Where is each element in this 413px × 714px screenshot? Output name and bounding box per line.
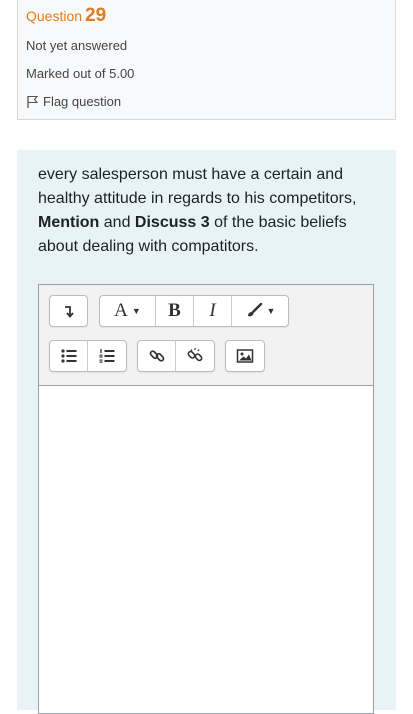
unlink-icon — [187, 348, 203, 362]
toolbar-group-style: A ▼ B I ▼ — [99, 295, 289, 327]
image-icon — [236, 349, 254, 363]
paragraph-style-dropdown[interactable]: A ▼ — [100, 296, 156, 326]
question-label: Question — [26, 8, 83, 24]
bold-label: B — [168, 300, 181, 321]
flag-icon — [27, 95, 39, 108]
ordered-list-button[interactable] — [88, 341, 126, 371]
numbered-list-icon — [99, 349, 115, 363]
expand-toolbar-icon — [64, 306, 74, 318]
unlink-button[interactable] — [176, 341, 214, 371]
question-text-part: and — [99, 214, 135, 231]
toolbar-group-lists — [49, 340, 127, 372]
question-info-box: Question 29 Not yet answered Marked out o… — [17, 0, 396, 120]
toolbar-group-toggle — [49, 295, 88, 327]
text-color-dropdown[interactable]: ▼ — [232, 296, 288, 326]
bold-button[interactable]: B — [156, 296, 194, 326]
link-icon — [149, 350, 164, 362]
chevron-down-icon: ▼ — [266, 306, 276, 316]
answer-text-area[interactable] — [39, 386, 373, 713]
flag-question-label: Flag question — [43, 94, 122, 109]
question-text-part: every salesperson must have a certain an… — [38, 166, 357, 207]
font-style-label: A — [114, 300, 128, 321]
question-number-value: 29 — [85, 5, 107, 26]
bullet-list-icon — [60, 349, 76, 363]
chevron-down-icon: ▼ — [131, 306, 141, 316]
flag-question-link[interactable]: Flag question — [26, 94, 121, 109]
answer-editor: A ▼ B I ▼ — [38, 284, 374, 714]
toolbar-group-links — [137, 340, 215, 372]
question-text-bold: Mention — [38, 214, 100, 231]
question-text: every salesperson must have a certain an… — [38, 163, 383, 259]
question-number: Question 29 — [26, 5, 106, 27]
insert-link-button[interactable] — [138, 341, 176, 371]
editor-toolbar: A ▼ B I ▼ — [39, 285, 373, 386]
question-text-bold: Discuss 3 — [134, 214, 210, 231]
show-more-buttons[interactable] — [50, 296, 87, 326]
toolbar-group-media — [225, 340, 265, 372]
marks-info: Marked out of 5.00 — [26, 66, 135, 81]
unordered-list-button[interactable] — [50, 341, 88, 371]
insert-image-button[interactable] — [226, 341, 264, 371]
question-content: every salesperson must have a certain an… — [17, 150, 396, 714]
answer-status: Not yet answered — [26, 38, 128, 53]
italic-button[interactable]: I — [194, 296, 232, 326]
paintbrush-icon — [247, 303, 262, 317]
italic-label: I — [209, 300, 216, 321]
